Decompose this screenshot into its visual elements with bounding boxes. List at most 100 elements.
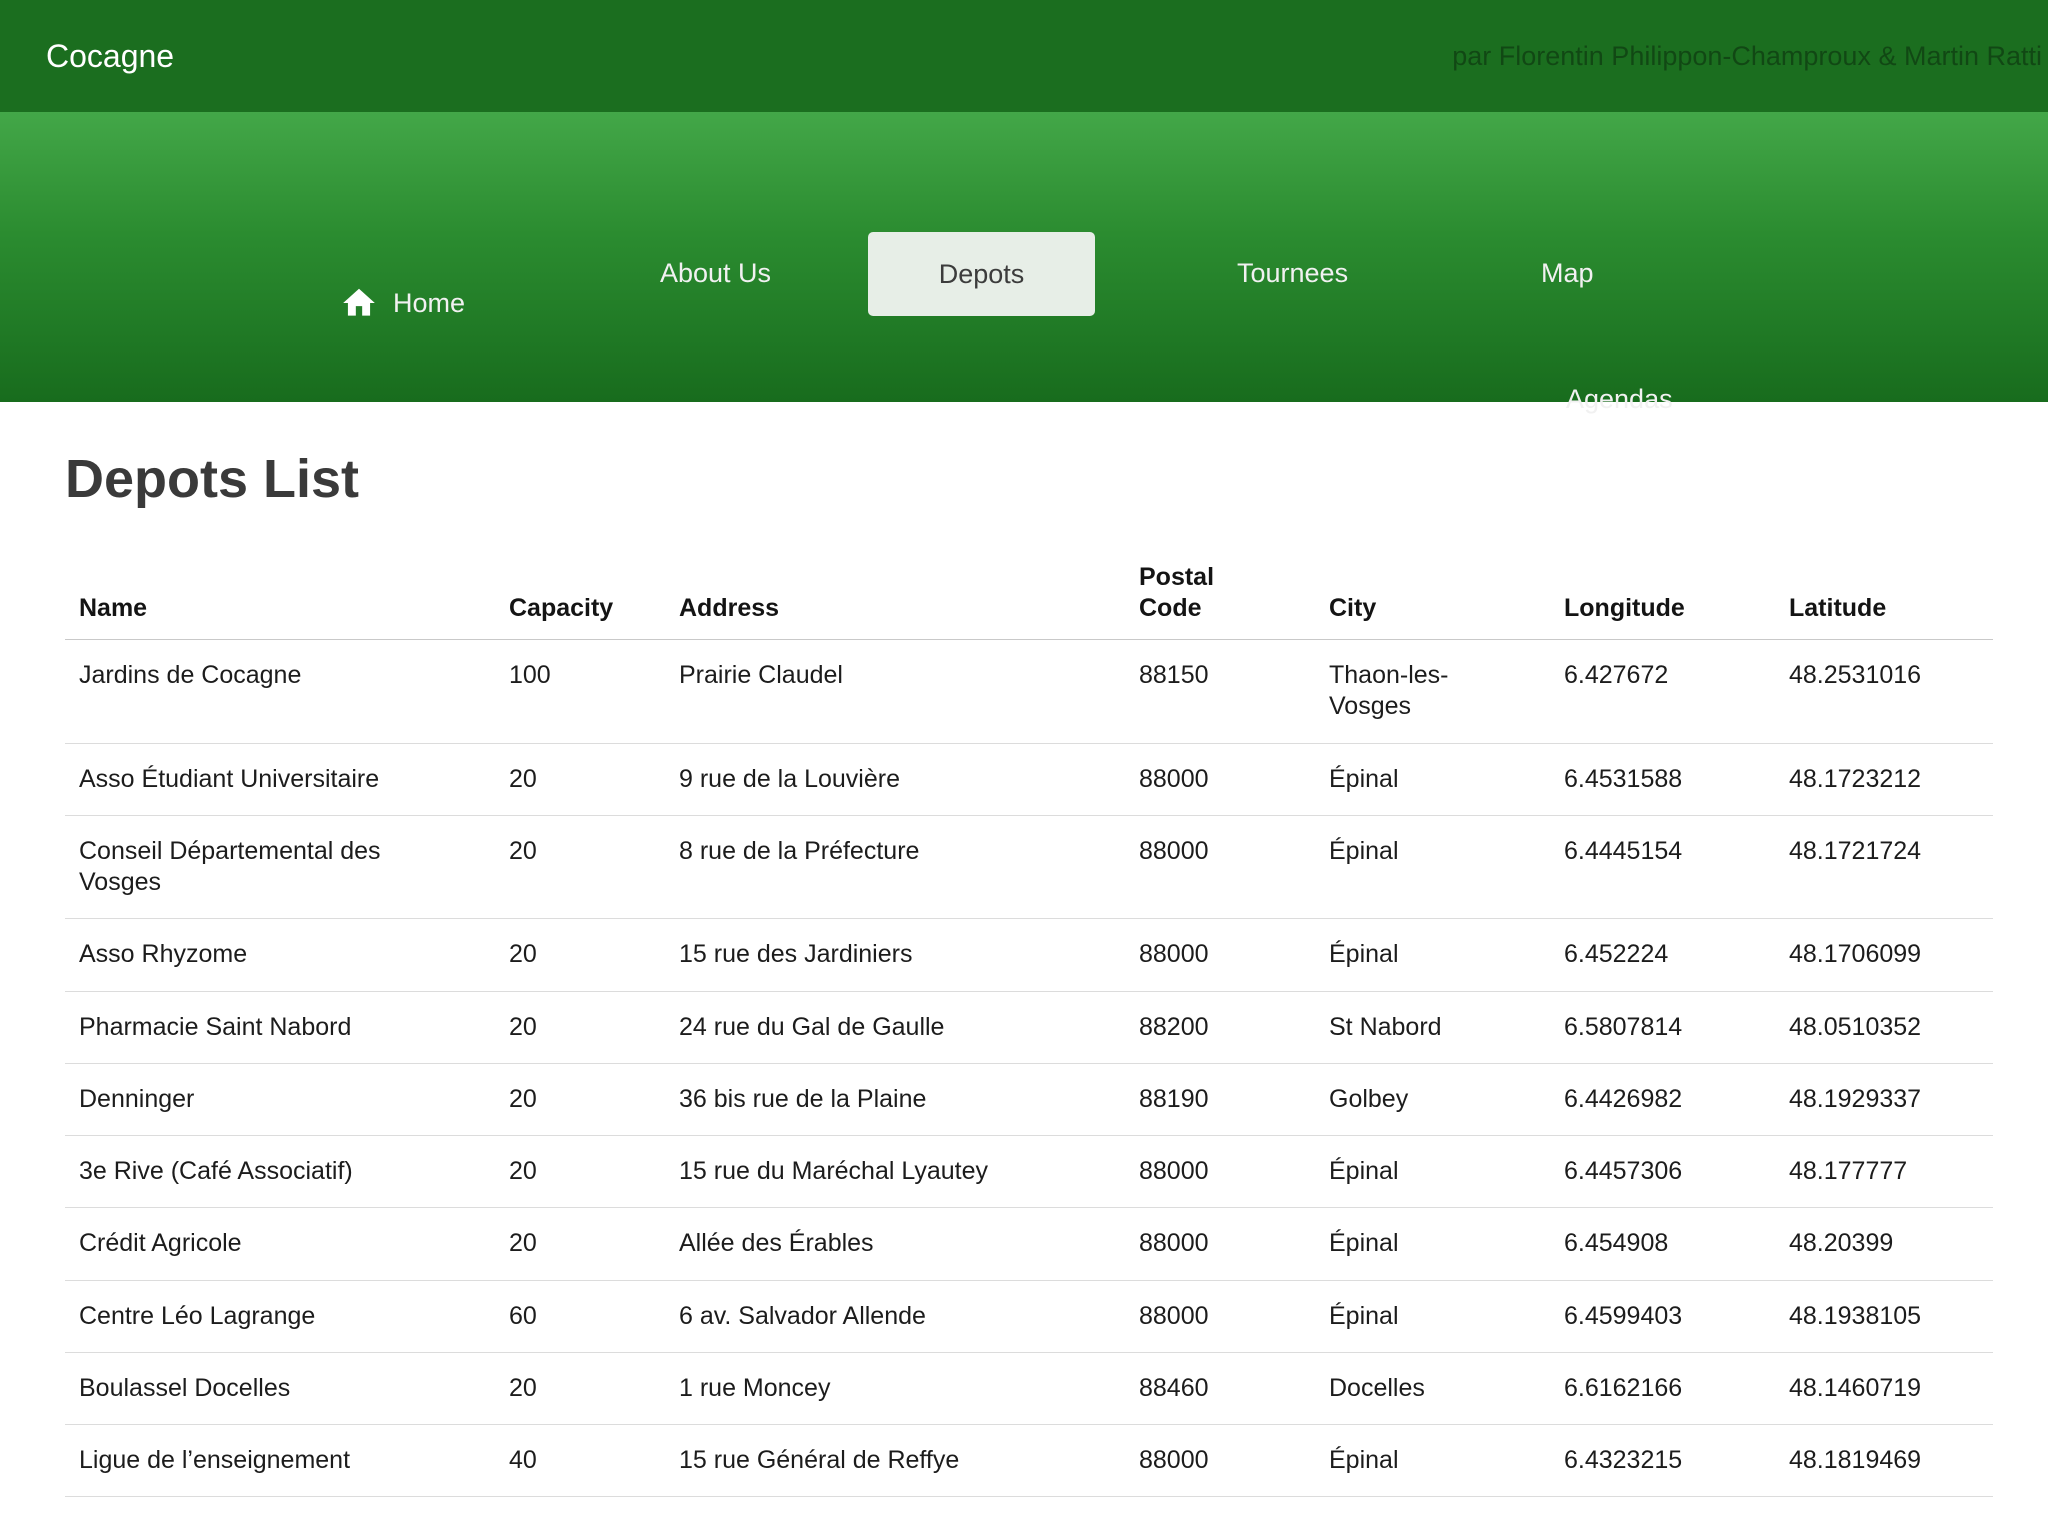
table-row: Conseil Départemental des Vosges208 rue … <box>65 815 1993 919</box>
table-row: 3e Rive (Café Associatif)2015 rue du Mar… <box>65 1136 1993 1208</box>
nav-item-depots[interactable]: Depots <box>868 232 1095 316</box>
table-cell: Thaon-les-Vosges <box>1315 640 1550 744</box>
table-cell: 88000 <box>1125 1280 1315 1352</box>
table-cell: 48.1929337 <box>1775 1063 1993 1135</box>
table-cell: 20 <box>495 1208 665 1280</box>
column-header-postal-code: Postal Code <box>1125 550 1315 640</box>
table-cell: 3e Rive (Café Associatif) <box>65 1136 495 1208</box>
table-cell: Asso Rhyzome <box>65 919 495 991</box>
table-cell: Jardins de Cocagne <box>65 640 495 744</box>
table-cell: Prairie Claudel <box>665 640 1125 744</box>
table-cell: Boulassel Docelles <box>65 1352 495 1424</box>
main-content: Depots List Name Capacity Address Postal… <box>0 402 2048 1497</box>
table-cell: Épinal <box>1315 1280 1550 1352</box>
header: Cocagne par Florentin Philippon-Champrou… <box>0 0 2048 402</box>
nav-item-tournees[interactable]: Tournees <box>1237 258 1348 289</box>
table-cell: 6.4531588 <box>1550 743 1775 815</box>
table-cell: 88460 <box>1125 1352 1315 1424</box>
column-header-latitude: Latitude <box>1775 550 1993 640</box>
table-cell: 6 av. Salvador Allende <box>665 1280 1125 1352</box>
topbar: Cocagne par Florentin Philippon-Champrou… <box>0 0 2048 112</box>
table-cell: 48.1723212 <box>1775 743 1993 815</box>
table-cell: 88190 <box>1125 1063 1315 1135</box>
table-header-row: Name Capacity Address Postal Code City L… <box>65 550 1993 640</box>
table-cell: 60 <box>495 1280 665 1352</box>
table-cell: 88000 <box>1125 1208 1315 1280</box>
table-row: Ligue de l’enseignement4015 rue Général … <box>65 1425 1993 1497</box>
table-cell: 88000 <box>1125 919 1315 991</box>
table-cell: 88000 <box>1125 1136 1315 1208</box>
table-cell: Ligue de l’enseignement <box>65 1425 495 1497</box>
table-cell: 88000 <box>1125 815 1315 919</box>
table-cell: 6.427672 <box>1550 640 1775 744</box>
table-cell: 6.4599403 <box>1550 1280 1775 1352</box>
table-cell: 48.1460719 <box>1775 1352 1993 1424</box>
nav-item-map[interactable]: Map <box>1541 258 1594 289</box>
table-cell: Épinal <box>1315 1425 1550 1497</box>
column-header-city: City <box>1315 550 1550 640</box>
home-icon <box>340 284 378 322</box>
table-cell: 15 rue des Jardiniers <box>665 919 1125 991</box>
table-cell: 20 <box>495 1063 665 1135</box>
depots-table-body: Jardins de Cocagne100Prairie Claudel8815… <box>65 640 1993 1497</box>
nav-item-home[interactable]: Home <box>340 284 465 322</box>
table-cell: Docelles <box>1315 1352 1550 1424</box>
table-cell: St Nabord <box>1315 991 1550 1063</box>
table-cell: 1 rue Moncey <box>665 1352 1125 1424</box>
byline: par Florentin Philippon-Champroux & Mart… <box>1452 41 2042 72</box>
main-nav: Home About Us Depots Tournees Map Agenda… <box>0 112 2048 402</box>
table-cell: 88000 <box>1125 1425 1315 1497</box>
table-cell: 24 rue du Gal de Gaulle <box>665 991 1125 1063</box>
table-cell: 36 bis rue de la Plaine <box>665 1063 1125 1135</box>
table-cell: 6.452224 <box>1550 919 1775 991</box>
nav-item-label: Home <box>393 288 465 319</box>
table-cell: 48.177777 <box>1775 1136 1993 1208</box>
table-cell: 48.1721724 <box>1775 815 1993 919</box>
table-cell: Épinal <box>1315 815 1550 919</box>
nav-item-about-us[interactable]: About Us <box>660 258 771 289</box>
page-title: Depots List <box>65 448 1993 510</box>
depots-table: Name Capacity Address Postal Code City L… <box>65 550 1993 1497</box>
table-cell: 48.1938105 <box>1775 1280 1993 1352</box>
table-cell: Pharmacie Saint Nabord <box>65 991 495 1063</box>
brand[interactable]: Cocagne <box>46 38 174 75</box>
table-cell: Conseil Départemental des Vosges <box>65 815 495 919</box>
table-cell: Épinal <box>1315 1208 1550 1280</box>
column-header-capacity: Capacity <box>495 550 665 640</box>
table-cell: 6.4323215 <box>1550 1425 1775 1497</box>
table-cell: 8 rue de la Préfecture <box>665 815 1125 919</box>
table-cell: Centre Léo Lagrange <box>65 1280 495 1352</box>
table-row: Jardins de Cocagne100Prairie Claudel8815… <box>65 640 1993 744</box>
table-cell: 88200 <box>1125 991 1315 1063</box>
nav-item-agendas[interactable]: Agendas <box>1566 384 1673 415</box>
table-cell: Asso Étudiant Universitaire <box>65 743 495 815</box>
table-cell: 6.4426982 <box>1550 1063 1775 1135</box>
table-cell: 20 <box>495 1136 665 1208</box>
table-cell: 15 rue du Maréchal Lyautey <box>665 1136 1125 1208</box>
table-cell: 20 <box>495 815 665 919</box>
table-cell: 100 <box>495 640 665 744</box>
table-cell: 40 <box>495 1425 665 1497</box>
table-cell: Crédit Agricole <box>65 1208 495 1280</box>
table-cell: 6.5807814 <box>1550 991 1775 1063</box>
table-row: Pharmacie Saint Nabord2024 rue du Gal de… <box>65 991 1993 1063</box>
table-row: Asso Rhyzome2015 rue des Jardiniers88000… <box>65 919 1993 991</box>
table-row: Crédit Agricole20Allée des Érables88000É… <box>65 1208 1993 1280</box>
table-cell: 6.454908 <box>1550 1208 1775 1280</box>
table-cell: 6.4457306 <box>1550 1136 1775 1208</box>
table-cell: Allée des Érables <box>665 1208 1125 1280</box>
table-cell: 20 <box>495 991 665 1063</box>
column-header-longitude: Longitude <box>1550 550 1775 640</box>
table-cell: 20 <box>495 919 665 991</box>
table-cell: 48.1706099 <box>1775 919 1993 991</box>
table-cell: 20 <box>495 1352 665 1424</box>
column-header-address: Address <box>665 550 1125 640</box>
table-cell: Épinal <box>1315 743 1550 815</box>
table-cell: 88000 <box>1125 743 1315 815</box>
table-cell: 15 rue Général de Reffye <box>665 1425 1125 1497</box>
table-row: Denninger2036 bis rue de la Plaine88190G… <box>65 1063 1993 1135</box>
table-cell: Épinal <box>1315 1136 1550 1208</box>
table-row: Centre Léo Lagrange606 av. Salvador Alle… <box>65 1280 1993 1352</box>
table-cell: 20 <box>495 743 665 815</box>
table-row: Asso Étudiant Universitaire209 rue de la… <box>65 743 1993 815</box>
